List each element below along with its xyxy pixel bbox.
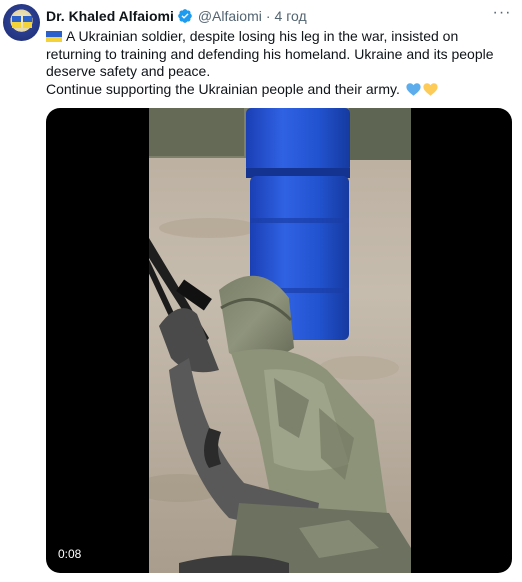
blue-heart-icon xyxy=(406,82,421,96)
tweet-header: Dr. Khaled Alfaiomi @Alfaiomi · 4 год xyxy=(46,6,482,26)
video-frame[interactable] xyxy=(149,108,411,573)
video-player[interactable]: 0:08 xyxy=(46,108,512,573)
ukraine-flag-icon xyxy=(46,31,62,42)
avatar-flag-right xyxy=(23,16,32,28)
tweet-timestamp[interactable]: 4 год xyxy=(275,8,307,24)
video-still-image xyxy=(149,108,411,573)
more-options-label: ··· xyxy=(492,4,512,21)
tweet-text: A Ukrainian soldier, despite losing his … xyxy=(46,28,506,98)
video-duration: 0:08 xyxy=(58,547,82,561)
author-name[interactable]: Dr. Khaled Alfaiomi xyxy=(46,8,174,24)
separator-dot: · xyxy=(265,8,271,24)
verified-badge-icon xyxy=(177,8,193,24)
tweet-text-line-2: Continue supporting the Ukrainian people… xyxy=(46,80,400,97)
tweet-text-paragraph-2: Continue supporting the Ukrainian people… xyxy=(46,81,506,99)
author-avatar[interactable] xyxy=(3,4,40,41)
tweet-text-paragraph-1: A Ukrainian soldier, despite losing his … xyxy=(46,28,506,81)
tweet-text-line-1: A Ukrainian soldier, despite losing his … xyxy=(46,28,494,79)
avatar-flag-left xyxy=(12,16,21,28)
author-handle[interactable]: @Alfaiomi xyxy=(198,8,262,24)
yellow-heart-icon xyxy=(423,82,438,96)
more-options-icon[interactable]: ··· xyxy=(490,3,514,23)
